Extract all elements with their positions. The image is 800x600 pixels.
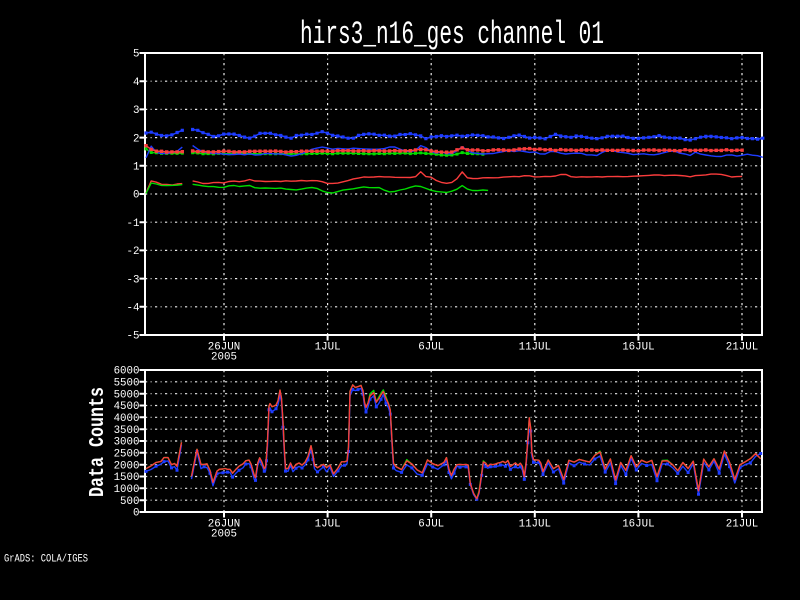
- svg-text:16JUL: 16JUL: [622, 342, 654, 354]
- svg-text:-5: -5: [127, 331, 140, 343]
- svg-text:-2: -2: [127, 246, 140, 258]
- svg-text:3500: 3500: [114, 425, 140, 437]
- svg-text:21JUL: 21JUL: [726, 519, 758, 531]
- svg-text:1000: 1000: [114, 484, 140, 496]
- svg-text:3: 3: [133, 105, 139, 117]
- svg-text:500: 500: [120, 496, 139, 508]
- svg-text:1: 1: [133, 162, 139, 174]
- svg-text:11JUL: 11JUL: [519, 519, 551, 531]
- svg-text:1500: 1500: [114, 472, 140, 484]
- svg-text:5500: 5500: [114, 378, 140, 390]
- svg-text:21JUL: 21JUL: [726, 342, 758, 354]
- svg-text:1JUL: 1JUL: [315, 342, 341, 354]
- svg-text:2500: 2500: [114, 449, 140, 461]
- svg-text:1JUL: 1JUL: [315, 519, 341, 531]
- svg-text:2005: 2005: [211, 529, 237, 541]
- svg-text:11JUL: 11JUL: [519, 342, 551, 354]
- svg-text:6000: 6000: [114, 366, 140, 378]
- svg-text:2000: 2000: [114, 460, 140, 472]
- svg-text:16JUL: 16JUL: [622, 519, 654, 531]
- svg-text:0: 0: [133, 190, 139, 202]
- svg-text:5: 5: [133, 49, 139, 61]
- svg-text:2: 2: [133, 133, 139, 145]
- svg-text:0: 0: [133, 508, 139, 520]
- svg-text:3000: 3000: [114, 437, 140, 449]
- svg-text:6JUL: 6JUL: [418, 342, 444, 354]
- svg-text:6JUL: 6JUL: [418, 519, 444, 531]
- svg-text:Data Counts: Data Counts: [87, 387, 110, 497]
- svg-text:-3: -3: [127, 274, 140, 286]
- svg-text:hirs3_n16_ges channel 01: hirs3_n16_ges channel 01: [300, 16, 604, 53]
- svg-text:4500: 4500: [114, 401, 140, 413]
- svg-text:GrADS: COLA/IGES: GrADS: COLA/IGES: [4, 554, 88, 566]
- svg-text:-1: -1: [127, 218, 140, 230]
- svg-text:4000: 4000: [114, 413, 140, 425]
- svg-text:4: 4: [133, 77, 139, 89]
- svg-text:-4: -4: [127, 303, 140, 315]
- svg-text:2005: 2005: [211, 352, 237, 364]
- svg-text:5000: 5000: [114, 389, 140, 401]
